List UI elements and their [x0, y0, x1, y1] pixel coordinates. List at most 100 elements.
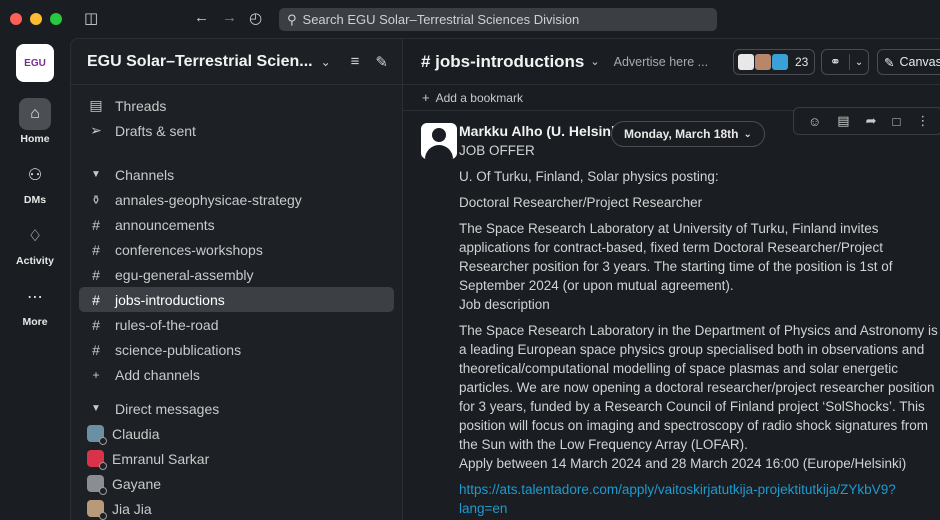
canvas-button[interactable]: ✎ Canvas	[877, 49, 940, 75]
sidebar-channel-egu-general-assembly[interactable]: # egu-general-assembly	[79, 262, 394, 287]
bell-icon: ♢	[27, 228, 43, 245]
hash-icon: #	[92, 241, 100, 258]
more-icon: ⋯	[27, 289, 43, 306]
channel-topic[interactable]: Advertise here ...	[614, 55, 709, 69]
sidebar-channel-jobs-introductions[interactable]: # jobs-introductions	[79, 287, 394, 312]
sidebar-item-drafts[interactable]: ➢ Drafts & sent	[79, 118, 394, 143]
add-channels-label: Add channels	[115, 366, 200, 383]
bookmark-label: Add a bookmark	[435, 90, 523, 105]
rail-more[interactable]: ⋯ More	[19, 281, 51, 328]
back-arrow-icon[interactable]: ←	[194, 9, 209, 26]
channel-label: conferences-workshops	[115, 241, 263, 258]
message-actions-toolbar: ☺ ▤ ➦ □ ⋮	[793, 107, 940, 135]
minimize-window-button[interactable]	[30, 13, 42, 25]
channel-label: rules-of-the-road	[115, 316, 219, 333]
huddle-button[interactable]: ⚭ ⌄	[821, 49, 869, 75]
maximize-window-button[interactable]	[50, 13, 62, 25]
message-line: Apply between 14 March 2024 and 28 March…	[459, 456, 907, 471]
canvas-icon: ✎	[884, 55, 895, 70]
compose-icon[interactable]: ✎	[375, 53, 388, 71]
channels-section-header[interactable]: ▼ Channels	[79, 162, 394, 187]
more-actions-icon[interactable]: ⋮	[916, 113, 929, 129]
chevron-down-icon[interactable]: ⌄	[590, 55, 599, 68]
rail-dms[interactable]: ⚇ DMs	[19, 159, 51, 206]
sidebar-channel-science-publications[interactable]: # science-publications	[79, 337, 394, 362]
forward-arrow-icon[interactable]: →	[222, 9, 237, 26]
channel-label: annales-geophysicae-strategy	[115, 191, 302, 208]
sidebar-item-label: Drafts & sent	[115, 122, 196, 139]
sidebar-item-label: Threads	[115, 97, 167, 114]
chevron-down-icon[interactable]: ⌄	[850, 57, 868, 68]
channel-label: science-publications	[115, 341, 242, 358]
channel-title[interactable]: # jobs-introductions	[421, 52, 584, 72]
search-icon: ⚲	[287, 11, 297, 27]
message-line: Job description	[459, 297, 550, 312]
dm-label: Jia Jia	[112, 500, 152, 517]
member-avatar	[755, 54, 771, 70]
threads-icon: ▤	[89, 97, 103, 113]
channel-label: jobs-introductions	[115, 291, 225, 308]
sidebar-toggle-icon[interactable]: ◫	[84, 9, 98, 27]
members-button[interactable]: 23	[733, 49, 815, 75]
add-channels-button[interactable]: + Add channels	[79, 362, 394, 387]
channel-sidebar: EGU Solar–Terrestrial Scien... ⌄ ≡ ✎ ▤ T…	[70, 38, 403, 520]
sidebar-channel-announcements[interactable]: # announcements	[79, 212, 394, 237]
avatar[interactable]	[421, 123, 457, 159]
message-author[interactable]: Markku Alho (U. Helsinki)	[459, 123, 619, 139]
reply-thread-icon[interactable]: ▤	[837, 113, 849, 129]
avatar	[87, 425, 107, 445]
sidebar-dm-jia-jia[interactable]: Jia Jia	[79, 496, 394, 520]
sidebar-item-threads[interactable]: ▤ Threads	[79, 93, 394, 118]
dm-label: Gayane	[112, 475, 162, 492]
plus-icon: +	[422, 90, 430, 105]
sidebar-channel-rules-of-the-road[interactable]: # rules-of-the-road	[79, 312, 394, 337]
workspace-rail: EGU ⌂ Home ⚇ DMs ♢ Activity ⋯ More	[0, 38, 70, 520]
dm-label: Claudia	[112, 425, 160, 442]
job-link[interactable]: https://ats.talentadore.com/apply/vaitos…	[459, 480, 940, 518]
message-line: Doctoral Researcher/Project Researcher	[459, 195, 703, 210]
date-label: Monday, March 18th	[624, 127, 739, 141]
hash-icon: #	[92, 266, 100, 283]
dm-section-header[interactable]: ▼ Direct messages	[79, 396, 394, 421]
hash-icon: #	[92, 316, 100, 333]
channel-label: egu-general-assembly	[115, 266, 254, 283]
sidebar-dm-emranul-sarkar[interactable]: Emranul Sarkar	[79, 446, 394, 471]
sidebar-list: ▤ Threads ➢ Drafts & sent ▼ Channels ⚱ a…	[71, 85, 402, 520]
bookmark-icon[interactable]: □	[892, 114, 900, 129]
sidebar-dm-claudia[interactable]: Claudia	[79, 421, 394, 446]
history-clock-icon[interactable]: ◴	[249, 9, 262, 27]
home-icon: ⌂	[19, 98, 51, 130]
member-avatar	[772, 54, 788, 70]
lock-icon: ⚱	[90, 192, 102, 207]
plus-icon: +	[92, 367, 100, 382]
member-avatar	[738, 54, 754, 70]
close-window-button[interactable]	[10, 13, 22, 25]
rail-label-more: More	[22, 316, 48, 328]
forward-icon[interactable]: ➦	[866, 113, 877, 129]
workspace-name: EGU Solar–Terrestrial Scien...	[87, 52, 313, 70]
section-label: Direct messages	[115, 400, 220, 417]
message-line: The Space Research Laboratory at Univers…	[459, 221, 893, 293]
sidebar-channel-conferences-workshops[interactable]: # conferences-workshops	[79, 237, 394, 262]
emoji-reaction-icon[interactable]: ☺	[808, 114, 821, 129]
workspace-logo[interactable]: EGU	[16, 44, 54, 82]
message-body: JOB OFFER U. Of Turku, Finland, Solar ph…	[459, 141, 940, 520]
rail-home[interactable]: ⌂ Home	[19, 98, 51, 145]
caret-down-icon: ▼	[91, 403, 101, 414]
channel-label: announcements	[115, 216, 215, 233]
message-line: U. Of Turku, Finland, Solar physics post…	[459, 169, 719, 184]
search-input[interactable]: ⚲ Search EGU Solar–Terrestrial Sciences …	[279, 8, 717, 31]
section-label: Channels	[115, 166, 175, 183]
headphones-icon: ⚭	[822, 54, 850, 70]
sidebar-dm-gayane[interactable]: Gayane	[79, 471, 394, 496]
filter-icon[interactable]: ≡	[351, 53, 360, 71]
channel-view: # jobs-introductions ⌄ Advertise here ..…	[403, 38, 940, 520]
dms-icon: ⚇	[27, 167, 43, 184]
workspace-header[interactable]: EGU Solar–Terrestrial Scien... ⌄ ≡ ✎	[71, 39, 402, 85]
sidebar-channel-annales-geophysicae-strategy[interactable]: ⚱ annales-geophysicae-strategy	[79, 187, 394, 212]
hash-icon: #	[92, 341, 100, 358]
channel-header: # jobs-introductions ⌄ Advertise here ..…	[403, 39, 940, 85]
message-line: JOB OFFER	[459, 143, 535, 158]
rail-label-activity: Activity	[16, 255, 54, 267]
rail-activity[interactable]: ♢ Activity	[16, 220, 54, 267]
